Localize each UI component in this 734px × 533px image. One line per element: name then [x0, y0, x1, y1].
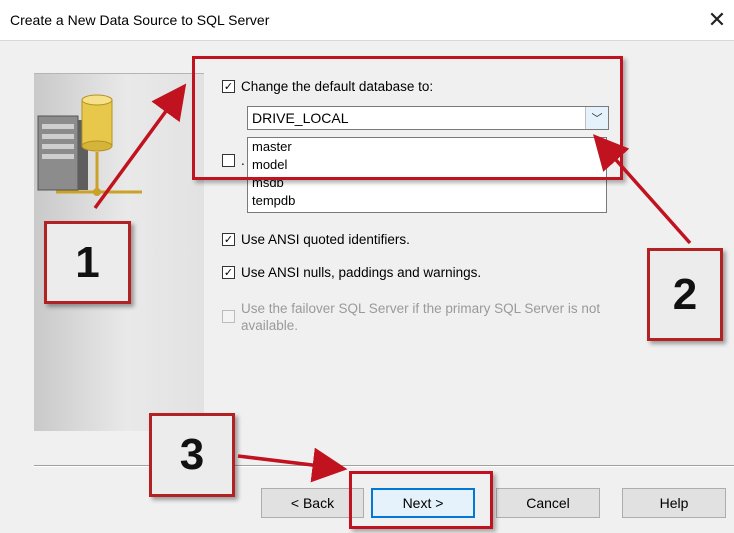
annotation-arrows	[93, 83, 692, 483]
arrow-1	[93, 83, 187, 210]
arrow-2	[593, 134, 692, 245]
arrow-3	[237, 447, 348, 483]
